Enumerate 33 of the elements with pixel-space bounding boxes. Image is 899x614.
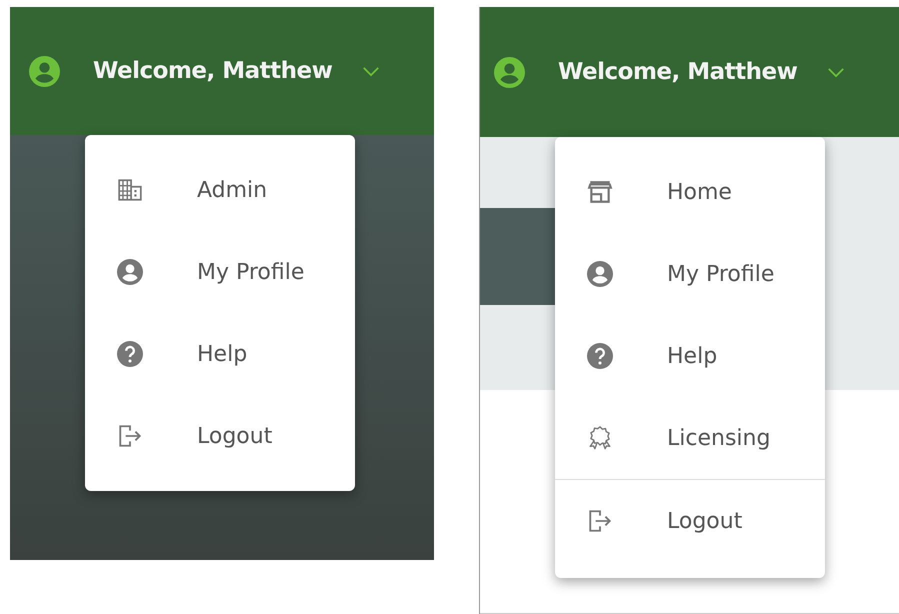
menu-item[interactable]: My Profile: [85, 231, 355, 313]
menu-item-label: My Profile: [197, 260, 304, 284]
menu-item[interactable]: Home: [555, 151, 825, 233]
user-icon: [117, 259, 143, 285]
menu-item-label: My Profile: [667, 262, 774, 286]
award-ribbon-icon: [587, 425, 613, 451]
user-avatar-icon: [29, 56, 60, 86]
user-avatar-icon: [494, 56, 525, 88]
menu-item[interactable]: My Profile: [555, 233, 825, 315]
menu-item-label: Home: [667, 180, 732, 204]
menu-item[interactable]: Logout: [555, 479, 825, 562]
menu-item[interactable]: Logout: [85, 395, 355, 477]
menu-item-label: Logout: [197, 424, 272, 448]
menu-item[interactable]: Licensing: [555, 397, 825, 479]
building-icon: [117, 177, 143, 203]
menu-item-label: Licensing: [667, 426, 770, 450]
logout-icon: [117, 423, 143, 449]
menu-item-label: Help: [667, 344, 718, 368]
menu-item-label: Help: [197, 342, 248, 366]
menu-item[interactable]: Help: [555, 315, 825, 397]
user-icon: [587, 261, 613, 287]
help-icon: [587, 343, 613, 369]
menu-item[interactable]: Admin: [85, 149, 355, 231]
storefront-icon: [587, 179, 613, 205]
menu-item-label: Logout: [667, 508, 742, 534]
help-icon: [117, 341, 143, 367]
chevron-down-icon[interactable]: [827, 66, 846, 78]
logout-icon: [587, 508, 613, 534]
chevron-down-icon[interactable]: [362, 66, 380, 76]
welcome-text[interactable]: Welcome, Matthew: [558, 59, 798, 85]
menu-item-label: Admin: [197, 178, 268, 202]
menu-item[interactable]: Help: [85, 313, 355, 395]
welcome-text[interactable]: Welcome, Matthew: [93, 58, 332, 84]
